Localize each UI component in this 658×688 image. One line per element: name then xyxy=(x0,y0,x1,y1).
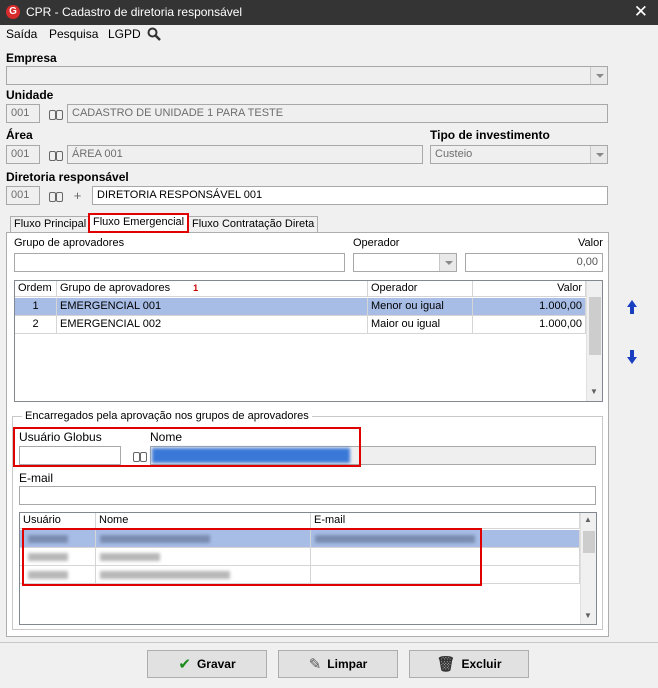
area-code-field[interactable]: 001 xyxy=(6,145,40,164)
groups-table[interactable]: Ordem Grupo de aprovadores 1 Operador Va… xyxy=(14,280,603,402)
email-label: E-mail xyxy=(19,471,54,485)
app-logo-icon: G xyxy=(6,5,20,19)
checkmark-icon: ✔ xyxy=(178,655,191,673)
eraser-icon: ✎ xyxy=(308,655,322,673)
column-header-grupo[interactable]: Grupo de aprovadores 1 xyxy=(57,281,368,297)
window-title: CPR - Cadastro de diretoria responsável xyxy=(26,5,243,19)
valor-filter-label: Valor xyxy=(578,237,603,249)
menu-item-pesquisa[interactable]: Pesquisa xyxy=(49,27,98,41)
cell-operador: Maior ou igual xyxy=(368,316,473,334)
diretoria-code-field[interactable]: 001 xyxy=(6,186,40,205)
column-header[interactable]: Operador xyxy=(368,281,473,297)
column-header[interactable]: Ordem xyxy=(15,281,57,297)
column-header[interactable]: E-mail xyxy=(311,513,580,529)
unidade-code-field[interactable]: 001 xyxy=(6,104,40,123)
scrollbar-thumb[interactable] xyxy=(589,297,601,355)
usuario-globus-label: Usuário Globus xyxy=(19,430,102,444)
sort-indicator: 1 xyxy=(193,283,199,293)
scroll-up-icon[interactable]: ▲ xyxy=(584,515,592,524)
excluir-label: Excluir xyxy=(461,657,502,671)
groups-table-scrollbar[interactable]: ▼ xyxy=(586,281,602,401)
chevron-down-icon[interactable] xyxy=(439,254,456,271)
cell-grupo: EMERGENCIAL 002 xyxy=(57,316,368,334)
grupo-filter-input[interactable] xyxy=(14,253,345,272)
scroll-down-icon[interactable]: ▼ xyxy=(584,611,592,620)
empresa-label: Empresa xyxy=(6,51,57,65)
chevron-down-icon[interactable] xyxy=(590,146,607,163)
binoculars-search-icon[interactable] xyxy=(49,149,63,161)
move-down-arrow-icon[interactable] xyxy=(627,350,637,364)
diretoria-name-field[interactable]: DIRETORIA RESPONSÁVEL 001 xyxy=(92,186,608,205)
trash-icon: 🗑 xyxy=(436,655,456,673)
email-input[interactable] xyxy=(19,486,596,505)
usuario-globus-input[interactable] xyxy=(19,446,121,465)
cell-email xyxy=(311,548,580,566)
gravar-label: Gravar xyxy=(196,657,236,671)
column-header-label: Grupo de aprovadores xyxy=(60,282,171,294)
binoculars-search-icon[interactable] xyxy=(49,108,63,120)
scrollbar-thumb[interactable] xyxy=(583,531,595,553)
unidade-label: Unidade xyxy=(6,88,54,102)
valor-filter-input[interactable]: 0,00 xyxy=(465,253,603,272)
move-up-arrow-icon[interactable] xyxy=(627,300,637,314)
tab-fluxo-principal[interactable]: Fluxo Principal xyxy=(10,216,91,233)
title-bar: G CPR - Cadastro de diretoria responsáve… xyxy=(0,0,658,25)
close-window-button[interactable]: ✕ xyxy=(634,2,648,22)
redacted-text xyxy=(100,571,230,579)
redacted-selection xyxy=(152,448,350,463)
cell-valor: 1.000,00 xyxy=(473,298,586,316)
tipo-investimento-select[interactable]: Custeio xyxy=(430,145,608,164)
cell-ordem: 1 xyxy=(15,298,57,316)
excluir-button[interactable]: 🗑 Excluir xyxy=(409,650,529,678)
limpar-label: Limpar xyxy=(327,657,368,671)
unidade-name-field: CADASTRO DE UNIDADE 1 PARA TESTE xyxy=(67,104,608,123)
scroll-down-icon[interactable]: ▼ xyxy=(590,387,598,396)
grupo-filter-label: Grupo de aprovadores xyxy=(14,237,125,249)
menu-item-lgpd[interactable]: LGPD xyxy=(108,27,141,41)
limpar-button[interactable]: ✎ Limpar xyxy=(278,650,398,678)
cell-grupo: EMERGENCIAL 001 xyxy=(57,298,368,316)
binoculars-search-icon[interactable] xyxy=(133,450,147,462)
chevron-down-icon[interactable] xyxy=(590,67,607,84)
column-header[interactable]: Valor xyxy=(473,281,586,297)
redacted-text xyxy=(100,535,210,543)
encarregados-group-label: Encarregados pela aprovação nos grupos d… xyxy=(22,410,312,422)
cell-ordem: 2 xyxy=(15,316,57,334)
redacted-text xyxy=(315,535,475,543)
binoculars-search-icon[interactable] xyxy=(49,190,63,202)
column-header[interactable]: Usuário xyxy=(20,513,96,529)
redacted-text xyxy=(28,535,68,543)
empresa-select[interactable] xyxy=(6,66,608,85)
nome-label: Nome xyxy=(150,430,183,444)
cell-valor: 1.000,00 xyxy=(473,316,586,334)
cell-operador: Menor ou igual xyxy=(368,298,473,316)
area-name-field: ÁREA 001 xyxy=(67,145,423,164)
add-icon[interactable]: + xyxy=(72,189,83,202)
tab-fluxo-contratacao-direta[interactable]: Fluxo Contratação Direta xyxy=(188,216,319,233)
operador-filter-label: Operador xyxy=(353,237,400,249)
users-table-scrollbar[interactable]: ▲ ▼ xyxy=(580,513,596,624)
search-icon[interactable] xyxy=(147,27,161,41)
redacted-text xyxy=(100,553,160,561)
cell-email xyxy=(311,566,580,584)
redacted-text xyxy=(28,553,68,561)
area-label: Área xyxy=(6,128,33,142)
divider xyxy=(0,642,658,643)
column-header[interactable]: Nome xyxy=(96,513,311,529)
menu-bar: Saída Pesquisa LGPD xyxy=(0,25,658,45)
redacted-text xyxy=(28,571,68,579)
menu-item-saida[interactable]: Saída xyxy=(6,27,37,41)
gravar-button[interactable]: ✔ Gravar xyxy=(147,650,267,678)
tipo-investimento-label: Tipo de investimento xyxy=(430,128,550,142)
diretoria-label: Diretoria responsável xyxy=(6,170,129,184)
tab-fluxo-emergencial[interactable]: Fluxo Emergencial xyxy=(88,213,190,233)
users-table[interactable]: Usuário Nome E-mail ▲ ▼ xyxy=(19,512,597,625)
